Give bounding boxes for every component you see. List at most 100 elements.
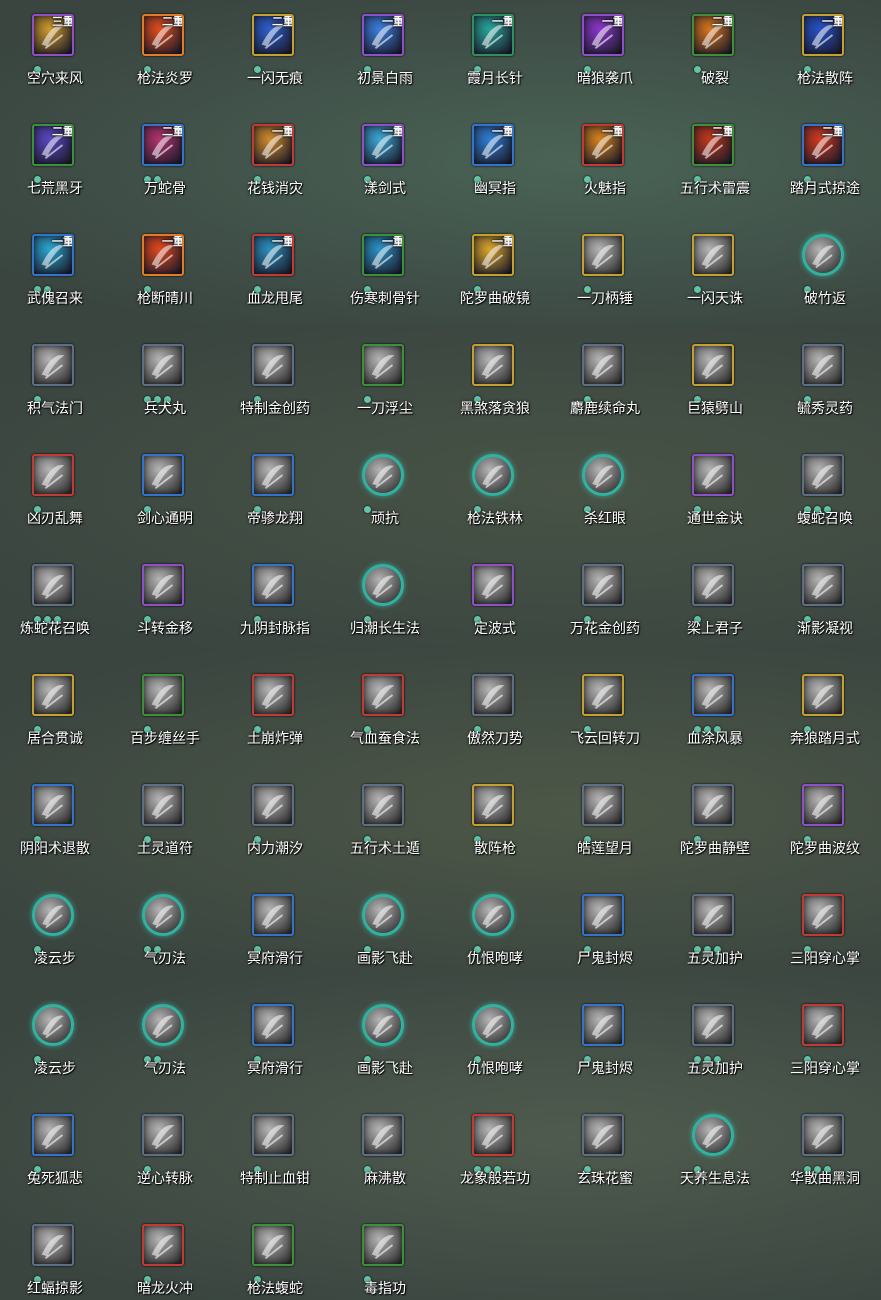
skill-slot[interactable]: 一重 陀罗曲破镜 [440, 230, 550, 330]
skill-slot[interactable]: 二重 破裂 [660, 10, 770, 110]
skill-icon[interactable] [582, 784, 624, 826]
skill-slot[interactable]: 皓莲望月 [550, 780, 660, 880]
skill-slot[interactable]: 一重 枪法散阵 [770, 10, 880, 110]
skill-slot[interactable]: 暗龙火冲 [110, 1220, 220, 1300]
skill-icon[interactable]: 二重 [252, 14, 294, 56]
skill-icon[interactable] [32, 344, 74, 386]
skill-icon[interactable] [362, 564, 404, 606]
skill-slot[interactable]: 二重 踏月式掠途 [770, 120, 880, 220]
skill-slot[interactable]: 逆心转脉 [110, 1110, 220, 1210]
skill-slot[interactable]: 红蝠掠影 [0, 1220, 110, 1300]
skill-slot[interactable]: 万花金创药 [550, 560, 660, 660]
skill-icon[interactable] [692, 234, 734, 276]
skill-icon[interactable] [252, 564, 294, 606]
skill-slot[interactable]: 一重 伤寒刺骨针 [330, 230, 440, 330]
skill-slot[interactable]: 炼蛇花召唤 [0, 560, 110, 660]
skill-icon[interactable] [472, 344, 514, 386]
skill-slot[interactable]: 玄珠花蜜 [550, 1110, 660, 1210]
skill-icon[interactable] [252, 1004, 294, 1046]
skill-icon[interactable] [142, 1224, 184, 1266]
skill-icon[interactable]: 一重 [582, 124, 624, 166]
skill-icon[interactable]: 二重 [142, 124, 184, 166]
skill-icon[interactable]: 一重 [472, 14, 514, 56]
skill-slot[interactable]: 蝮蛇召唤 [770, 450, 880, 550]
skill-icon[interactable] [252, 344, 294, 386]
skill-icon[interactable]: 一重 [252, 124, 294, 166]
skill-slot[interactable]: 凌云步 [0, 890, 110, 990]
skill-icon[interactable] [32, 1004, 74, 1046]
skill-slot[interactable]: 居合贯诚 [0, 670, 110, 770]
skill-icon[interactable] [142, 454, 184, 496]
skill-icon[interactable] [802, 454, 844, 496]
skill-slot[interactable]: 二重 五行术雷震 [660, 120, 770, 220]
skill-icon[interactable] [252, 1114, 294, 1156]
skill-slot[interactable]: 杀红眼 [550, 450, 660, 550]
skill-slot[interactable]: 枪法蝮蛇 [220, 1220, 330, 1300]
skill-slot[interactable]: 特制止血钳 [220, 1110, 330, 1210]
skill-slot[interactable]: 奔狼踏月式 [770, 670, 880, 770]
skill-icon[interactable] [252, 674, 294, 716]
skill-icon[interactable] [582, 1004, 624, 1046]
skill-slot[interactable]: 冥府滑行 [220, 1000, 330, 1100]
skill-icon[interactable] [32, 674, 74, 716]
skill-slot[interactable]: 内力潮汐 [220, 780, 330, 880]
skill-slot[interactable]: 飞云回转刀 [550, 670, 660, 770]
skill-icon[interactable] [582, 234, 624, 276]
skill-icon[interactable] [582, 564, 624, 606]
skill-icon[interactable]: 一重 [582, 14, 624, 56]
skill-slot[interactable]: 麻沸散 [330, 1110, 440, 1210]
skill-slot[interactable]: 斗转金移 [110, 560, 220, 660]
skill-icon[interactable] [362, 344, 404, 386]
skill-icon[interactable] [692, 674, 734, 716]
skill-slot[interactable]: 一重 血龙甩尾 [220, 230, 330, 330]
skill-slot[interactable]: 三阳穿心掌 [770, 890, 880, 990]
skill-icon[interactable]: 一重 [362, 234, 404, 276]
skill-slot[interactable]: 凶刃乱舞 [0, 450, 110, 550]
skill-icon[interactable]: 一重 [362, 14, 404, 56]
skill-slot[interactable]: 一重 初景白雨 [330, 10, 440, 110]
skill-slot[interactable]: 一重 武傀召来 [0, 230, 110, 330]
skill-slot[interactable]: 黑煞落贪狼 [440, 340, 550, 440]
skill-slot[interactable]: 土崩炸弹 [220, 670, 330, 770]
skill-icon[interactable]: 二重 [142, 14, 184, 56]
skill-slot[interactable]: 枪法铁林 [440, 450, 550, 550]
skill-icon[interactable] [32, 784, 74, 826]
skill-slot[interactable]: 仇恨咆哮 [440, 1000, 550, 1100]
skill-slot[interactable]: 归潮长生法 [330, 560, 440, 660]
skill-slot[interactable]: 三阳穿心掌 [770, 1000, 880, 1100]
skill-icon[interactable] [582, 674, 624, 716]
skill-slot[interactable]: 麝鹿续命丸 [550, 340, 660, 440]
skill-icon[interactable] [142, 1004, 184, 1046]
skill-icon[interactable] [472, 674, 514, 716]
skill-slot[interactable]: 二重 一闪无痕 [220, 10, 330, 110]
skill-slot[interactable]: 气血蚕食法 [330, 670, 440, 770]
skill-slot[interactable]: 仇恨咆哮 [440, 890, 550, 990]
skill-icon[interactable] [362, 1224, 404, 1266]
skill-slot[interactable]: 百步缠丝手 [110, 670, 220, 770]
skill-slot[interactable]: 特制金创药 [220, 340, 330, 440]
skill-icon[interactable] [32, 1224, 74, 1266]
skill-slot[interactable]: 陀罗曲波纹 [770, 780, 880, 880]
skill-slot[interactable]: 气刃法 [110, 1000, 220, 1100]
skill-slot[interactable]: 积气法门 [0, 340, 110, 440]
skill-icon[interactable]: 二重 [692, 124, 734, 166]
skill-icon[interactable] [582, 1114, 624, 1156]
skill-icon[interactable]: 一重 [252, 234, 294, 276]
skill-icon[interactable] [252, 784, 294, 826]
skill-slot[interactable]: 气刃法 [110, 890, 220, 990]
skill-slot[interactable]: 三重 空穴来风 [0, 10, 110, 110]
skill-icon[interactable] [252, 1224, 294, 1266]
skill-icon[interactable] [472, 1004, 514, 1046]
skill-icon[interactable] [802, 674, 844, 716]
skill-slot[interactable]: 二重 枪法炎罗 [110, 10, 220, 110]
skill-icon[interactable] [472, 784, 514, 826]
skill-slot[interactable]: 血涂风暴 [660, 670, 770, 770]
skill-slot[interactable]: 五灵加护 [660, 890, 770, 990]
skill-icon[interactable]: 一重 [802, 14, 844, 56]
skill-slot[interactable]: 尸鬼封烬 [550, 890, 660, 990]
skill-slot[interactable]: 一重 花钱消灾 [220, 120, 330, 220]
skill-icon[interactable] [142, 784, 184, 826]
skill-icon[interactable] [582, 454, 624, 496]
skill-slot[interactable]: 五灵加护 [660, 1000, 770, 1100]
skill-slot[interactable]: 帝骖龙翔 [220, 450, 330, 550]
